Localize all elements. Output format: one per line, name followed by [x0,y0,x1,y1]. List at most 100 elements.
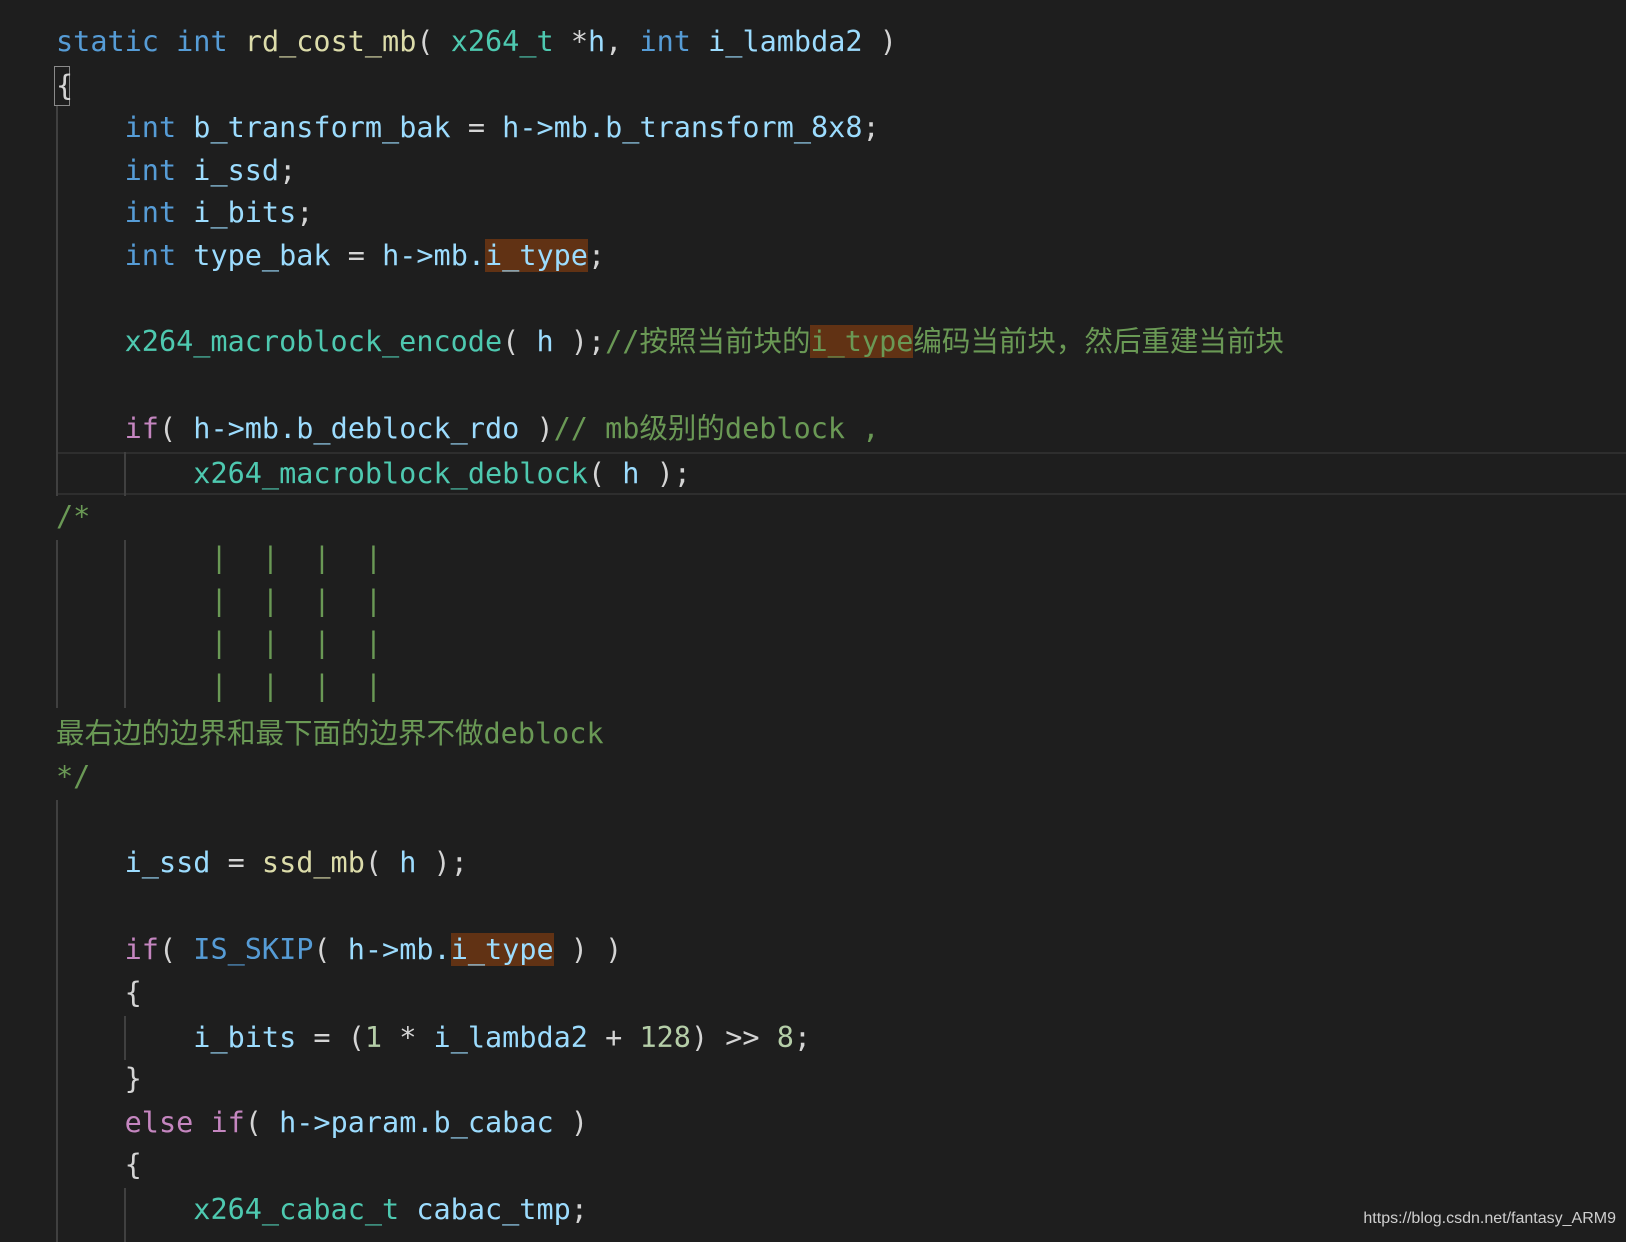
code-line-decl-typebak: int type_bak = h->mb.i_type; [56,234,605,277]
token-variable: cabac_tmp [416,1193,571,1226]
token-punct: ) [553,1106,588,1139]
code-editor[interactable]: static int rd_cost_mb( x264_t *h, int i_… [0,0,1626,1242]
token-punct: , [605,25,640,58]
token-macro: IS_SKIP [193,933,314,966]
token-comment: | | | | [210,626,383,659]
token-variable: h->mb.b_deblock_rdo [193,412,520,445]
token-comment: | | | | [210,541,383,574]
token-control: if [210,1106,245,1139]
token-punct: ; [296,196,314,229]
token-variable: i_ssd [124,846,211,879]
token-variable: i_lambda2 [708,25,863,58]
code-line-else-if: else if( h->param.b_cabac ) [56,1101,588,1144]
token-function: rd_cost_mb [244,25,417,58]
token-variable: i_bits [193,1021,297,1054]
token-control: if [124,933,159,966]
token-keyword: int [124,196,177,229]
token-punct: ); [639,457,691,490]
token-punct: ) ) [553,933,623,966]
token-function: ssd_mb [261,846,365,879]
token-variable: i_ssd [193,154,280,187]
token-punct: = [450,111,503,144]
code-line-open-brace: { [56,64,73,107]
token-comment: | | | | [210,669,383,702]
code-line-bits: i_bits = (1 * i_lambda2 + 128) >> 8; [56,1016,811,1059]
token-variable: type_bak [193,239,331,272]
token-keyword: static [56,25,159,58]
search-highlight: i_type [810,325,914,358]
code-line-comment-bars: | | | | [56,664,382,707]
token-punct: * [382,1021,434,1054]
token-punct: ) >> [690,1021,777,1054]
token-punct: ; [862,111,880,144]
token-punct: { [56,69,74,102]
token-punct: ( [587,457,623,490]
token-punct: = [210,846,262,879]
token-variable: b_transform_bak [193,111,451,144]
token-variable: h [622,457,640,490]
token-punct: ( [364,846,400,879]
token-keyword: int [124,154,177,187]
token-variable: i_bits [193,196,297,229]
token-punct: ; [279,154,297,187]
code-line-comment-text: 最右边的边界和最下面的边界不做deblock [56,717,604,750]
code-line-comment-open: /* [56,500,91,533]
token-punct: ( [502,325,537,358]
token-control: else [124,1106,194,1139]
token-number: 128 [639,1021,691,1054]
token-variable: i_lambda2 [433,1021,588,1054]
token-punct: ; [570,1193,588,1226]
token-variable: h->mb. [382,239,486,272]
code-line-ssd: i_ssd = ssd_mb( h ); [56,841,468,884]
code-line-encode: x264_macroblock_encode( h );//按照当前块的i_ty… [56,320,1284,363]
code-line-comment-bars: | | | | [56,536,382,579]
code-line-decl-bits: int i_bits; [56,191,314,234]
token-variable: h [536,325,554,358]
token-variable: h [399,846,417,879]
code-line-decl-transform: int b_transform_bak = h->mb.b_transform_… [56,106,880,149]
token-punct: ) [519,412,554,445]
code-line-brace: { [56,1143,142,1186]
token-punct: } [124,1062,142,1095]
token-type: x264_t [450,25,554,58]
code-line-brace: } [56,1057,142,1100]
search-highlight: i_type [450,933,554,966]
code-line-deblock-call: x264_macroblock_deblock( h ); [56,452,691,495]
token-comment: 编码当前块，然后重建当前块 [913,325,1284,358]
token-punct: ( [313,933,348,966]
token-punct: ( [416,25,451,58]
token-comment: // mb级别的deblock , [553,412,880,445]
token-function: x264_macroblock_deblock [193,457,588,490]
code-line-cabac-decl: x264_cabac_t cabac_tmp; [56,1188,588,1231]
search-highlight: i_type [485,239,588,272]
token-variable: h->param.b_cabac [279,1106,554,1139]
token-punct: { [124,976,142,1009]
code-line-comment-bars: | | | | [56,579,382,622]
token-keyword: int [124,111,177,144]
token-comment: | | | | [210,584,383,617]
token-punct: * [553,25,588,58]
token-keyword: int [124,239,177,272]
token-punct: ); [553,325,606,358]
token-punct: ( [244,1106,280,1139]
code-line-decl-ssd: int i_ssd; [56,149,297,192]
code-line-if-deblock: if( h->mb.b_deblock_rdo )// mb级别的deblock… [56,407,880,450]
token-variable: h->mb. [347,933,451,966]
token-punct: ) [862,25,897,58]
token-punct: { [124,1148,142,1181]
token-keyword: int [176,25,228,58]
token-punct: = [330,239,383,272]
token-punct: ; [587,239,606,272]
token-keyword: int [639,25,691,58]
code-line-signature: static int rd_cost_mb( x264_t *h, int i_… [56,20,897,63]
token-punct: ); [416,846,468,879]
code-line-if-skip: if( IS_SKIP( h->mb.i_type ) ) [56,928,622,971]
token-control: if [124,412,159,445]
token-punct: ( [158,933,194,966]
token-punct: ; [793,1021,812,1054]
token-comment: //按照当前块的 [605,325,811,358]
code-line-brace: { [56,971,142,1014]
token-number: 8 [776,1021,794,1054]
token-function: x264_macroblock_encode [124,325,503,358]
token-number: 1 [364,1021,383,1054]
